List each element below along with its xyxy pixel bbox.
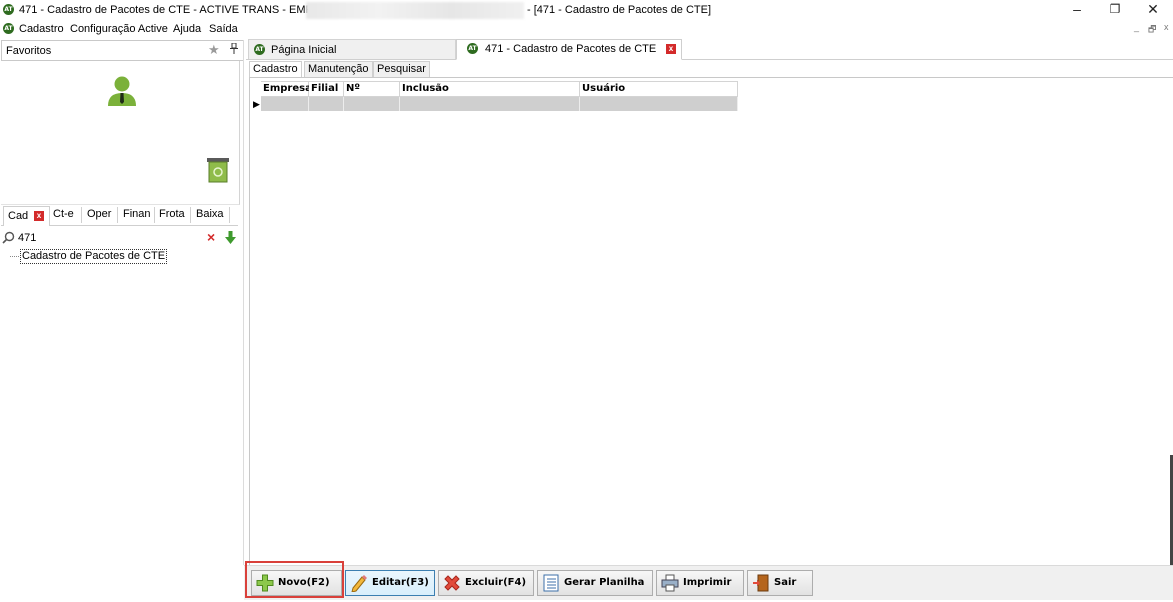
- tab-cad-label: Cad: [8, 210, 29, 222]
- clear-search-icon[interactable]: ×: [207, 229, 215, 245]
- imprimir-button[interactable]: Imprimir: [656, 570, 744, 596]
- column-header-empresa[interactable]: Empresa: [261, 82, 312, 96]
- star-icon[interactable]: ★: [208, 42, 220, 58]
- mdi-close-button[interactable]: x: [1164, 22, 1169, 32]
- mdi-minimize-button[interactable]: _: [1134, 22, 1139, 32]
- menu-bar: AT Cadastro Configuração Active Ajuda Sa…: [0, 20, 1173, 38]
- menu-cadastro[interactable]: Cadastro: [19, 23, 64, 35]
- tab-cadastro-pacotes-cte[interactable]: AT 471 - Cadastro de Pacotes de CTE x: [456, 39, 682, 60]
- excluir-button[interactable]: Excluir(F4): [438, 570, 534, 596]
- mdi-restore-button[interactable]: 🗗: [1148, 22, 1156, 38]
- restore-button[interactable]: ❐: [1097, 0, 1133, 20]
- redacted-company-name: [306, 2, 524, 19]
- column-header-usuario[interactable]: Usuário: [580, 82, 738, 96]
- sair-button[interactable]: Sair: [747, 570, 813, 596]
- tab-baixa[interactable]: Baixa: [196, 208, 224, 220]
- delete-x-icon: [443, 574, 461, 592]
- tab-pagina-inicial[interactable]: AT Página Inicial: [248, 39, 456, 59]
- user-icon[interactable]: [107, 75, 137, 110]
- tab-cadastro-pacotes-cte-label: 471 - Cadastro de Pacotes de CTE: [485, 43, 657, 55]
- pacotes-grid[interactable]: Empresa Filial Nº Pacote Inclusão Usuári…: [252, 81, 738, 113]
- grid-cell[interactable]: [580, 97, 738, 111]
- column-header-n-pacote[interactable]: Nº Pacote: [344, 82, 400, 108]
- minimize-button[interactable]: –: [1059, 0, 1095, 20]
- title-bar: AT 471 - Cadastro de Pacotes de CTE - AC…: [0, 0, 1173, 20]
- column-header-inclusao[interactable]: Inclusão: [400, 82, 580, 96]
- exit-door-icon: [752, 574, 770, 592]
- tab-separator: [190, 207, 191, 223]
- window-title: 471 - Cadastro de Pacotes de CTE - ACTIV…: [19, 4, 346, 16]
- window-title-document: - [471 - Cadastro de Pacotes de CTE]: [527, 4, 712, 16]
- grid-cell[interactable]: [400, 97, 580, 111]
- tab-oper[interactable]: Oper: [87, 208, 111, 220]
- grid-cell[interactable]: [344, 97, 400, 111]
- menu-saida[interactable]: Saída: [209, 23, 238, 35]
- grid-cell[interactable]: [309, 97, 344, 111]
- content-panel: [249, 77, 1173, 566]
- form-tabs: Cadastro Manutenção Pesquisar: [249, 61, 430, 78]
- tab-finan[interactable]: Finan: [123, 208, 151, 220]
- tree-connector: [10, 256, 19, 257]
- tab-cadastro[interactable]: Cadastro: [249, 61, 302, 78]
- pin-icon[interactable]: [230, 42, 238, 57]
- row-indicator-icon: ▶: [252, 97, 261, 111]
- printer-icon: [661, 574, 679, 592]
- tree-item-cadastro-pacotes-cte[interactable]: Cadastro de Pacotes de CTE: [20, 249, 168, 264]
- favorites-area: [1, 61, 240, 205]
- menu-search: 471 ×: [1, 229, 241, 247]
- editar-label: Editar(F3): [372, 577, 429, 588]
- tab-app-logo-icon: AT: [254, 44, 265, 55]
- left-panel-tabs: Cad x Ct-e Oper Finan Frota Baixa: [1, 205, 238, 226]
- tab-ct-e[interactable]: Ct-e: [53, 208, 74, 220]
- tab-frota[interactable]: Frota: [159, 208, 185, 220]
- sair-label: Sair: [774, 577, 797, 588]
- tab-cad-close-icon[interactable]: x: [34, 211, 44, 221]
- tab-pesquisar[interactable]: Pesquisar: [373, 61, 430, 78]
- column-header-filial[interactable]: Filial: [309, 82, 344, 96]
- novo-button-highlight: [245, 561, 344, 598]
- app-logo-icon: AT: [3, 4, 14, 15]
- gerar-planilha-button[interactable]: Gerar Planilha: [537, 570, 653, 596]
- search-icon: [2, 231, 15, 247]
- tab-separator: [117, 207, 118, 223]
- pencil-icon: [350, 574, 368, 593]
- search-input[interactable]: 471: [18, 232, 36, 244]
- tab-close-icon[interactable]: x: [666, 44, 676, 54]
- tab-pagina-inicial-label: Página Inicial: [271, 44, 337, 56]
- tab-separator: [229, 207, 230, 223]
- excluir-label: Excluir(F4): [465, 577, 527, 588]
- gerar-planilha-label: Gerar Planilha: [564, 577, 645, 588]
- tab-cad[interactable]: Cad x: [3, 206, 50, 226]
- tab-app-logo-icon: AT: [467, 43, 478, 54]
- menu-app-logo-icon: AT: [3, 23, 14, 34]
- arrow-down-icon[interactable]: [225, 231, 236, 247]
- action-toolbar: Novo(F2) Editar(F3) Excluir(F4) Gerar Pl…: [244, 565, 1173, 600]
- favorites-header: Favoritos ★: [1, 40, 244, 61]
- tab-separator: [154, 207, 155, 223]
- pane-divider[interactable]: [243, 40, 244, 565]
- menu-ajuda[interactable]: Ajuda: [173, 23, 201, 35]
- menu-configuracao-active[interactable]: Configuração Active: [70, 23, 168, 35]
- tab-manutencao[interactable]: Manutenção: [304, 61, 373, 78]
- imprimir-label: Imprimir: [683, 577, 732, 588]
- spreadsheet-icon: [542, 574, 560, 592]
- grid-cell[interactable]: [261, 97, 309, 111]
- tab-separator: [81, 207, 82, 223]
- recycle-bin-icon[interactable]: [206, 157, 230, 186]
- document-tabs: AT Página Inicial AT 471 - Cadastro de P…: [246, 39, 1173, 60]
- close-button[interactable]: ✕: [1135, 0, 1171, 20]
- favorites-label: Favoritos: [6, 45, 52, 57]
- editar-button[interactable]: Editar(F3): [345, 570, 435, 596]
